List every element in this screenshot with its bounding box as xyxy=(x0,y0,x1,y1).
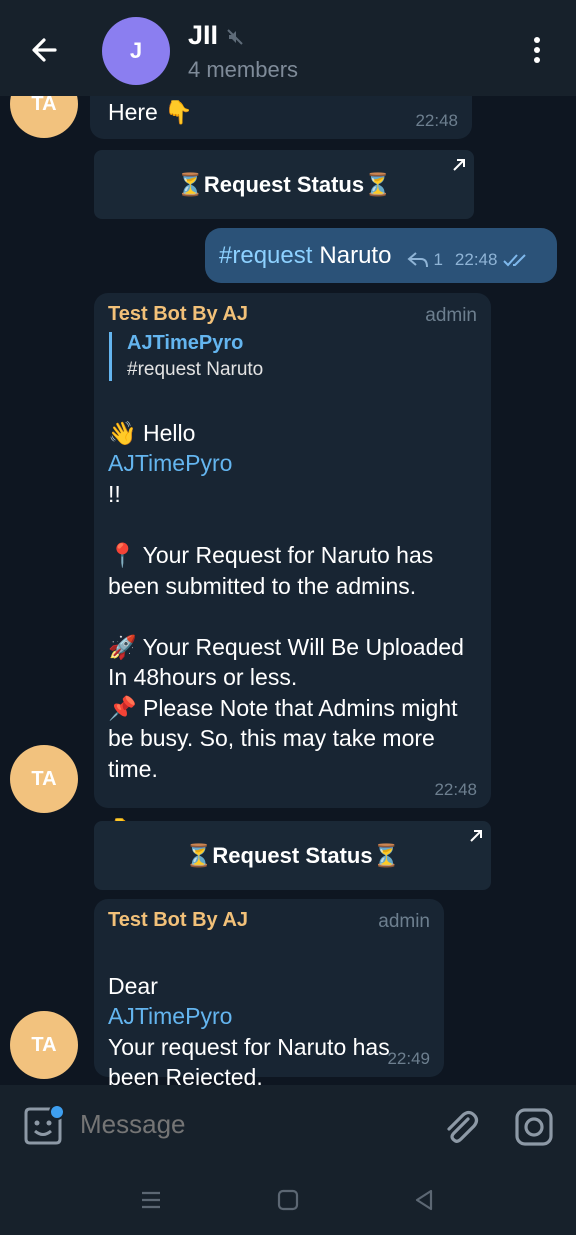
back-button[interactable] xyxy=(24,30,64,70)
notification-dot xyxy=(49,1104,65,1120)
message-input-bar xyxy=(0,1085,576,1165)
arrow-left-icon xyxy=(32,38,57,62)
reply-author: AJTimePyro xyxy=(127,332,244,354)
greeting-prefix: 👋 Hello xyxy=(108,419,196,446)
message-list[interactable]: TA Here 👇 22:48 ⏳Request Status⏳ #reques… xyxy=(0,96,576,1085)
message-time: 22:49 xyxy=(387,1049,430,1068)
message-text: Your request for Naruto has been Rejecte… xyxy=(108,1033,390,1086)
message-bubble[interactable]: Here 👇 22:48 xyxy=(90,96,472,139)
chat-title[interactable]: JII xyxy=(188,20,218,51)
system-nav-bar xyxy=(0,1165,576,1235)
message-time: 22:48 xyxy=(434,780,477,799)
message-text: Here 👇 xyxy=(108,99,193,125)
avatar[interactable]: TA xyxy=(10,745,78,813)
request-status-button[interactable]: ⏳Request Status⏳ xyxy=(94,150,474,219)
reply-icon xyxy=(407,251,429,267)
reply-text: #request Naruto xyxy=(127,359,264,380)
open-link-icon xyxy=(453,159,465,171)
greeting-line: 👋 Hello AJTimePyro !! xyxy=(108,387,477,509)
message-input[interactable] xyxy=(80,1109,410,1140)
home-icon[interactable] xyxy=(277,1189,299,1211)
recent-apps-icon[interactable] xyxy=(140,1189,162,1211)
read-checkmarks-icon xyxy=(503,253,527,266)
greeting-line: Dear AJTimePyro xyxy=(108,940,430,1032)
more-menu-button[interactable] xyxy=(522,32,552,68)
greeting-suffix: !! xyxy=(108,480,121,507)
user-mention[interactable]: AJTimePyro xyxy=(108,1003,232,1029)
button-label: ⏳Request Status⏳ xyxy=(176,171,392,197)
message-text: Naruto xyxy=(319,241,392,269)
back-nav-icon[interactable] xyxy=(413,1189,435,1211)
message-time: 22:48 xyxy=(415,111,458,130)
outgoing-message[interactable]: #request Naruto 1 22:48 xyxy=(205,228,557,283)
admin-badge: admin xyxy=(378,911,430,932)
request-status-button[interactable]: ⏳Request Status⏳ xyxy=(94,821,491,890)
admin-badge: admin xyxy=(425,305,477,326)
group-avatar[interactable]: J xyxy=(102,17,170,85)
members-count: 4 members xyxy=(188,57,299,82)
user-mention[interactable]: AJTimePyro xyxy=(108,450,232,476)
chat-header: J JII 4 members xyxy=(0,0,576,96)
hashtag-link[interactable]: #request xyxy=(219,242,312,270)
bot-message[interactable]: Test Bot By AJ admin Dear AJTimePyro You… xyxy=(94,899,444,1085)
sender-name[interactable]: Test Bot By AJ xyxy=(108,303,477,326)
more-vertical-icon xyxy=(534,37,540,63)
mute-icon xyxy=(227,29,243,45)
button-label: ⏳Request Status⏳ xyxy=(185,842,400,868)
camera-icon[interactable] xyxy=(514,1107,554,1147)
attach-icon[interactable] xyxy=(440,1107,480,1147)
greeting-prefix: Dear xyxy=(108,972,158,999)
avatar[interactable]: TA xyxy=(10,96,78,138)
avatar[interactable]: TA xyxy=(10,1011,78,1079)
bot-message[interactable]: Test Bot By AJ admin AJTimePyro #request… xyxy=(94,293,491,873)
open-link-icon xyxy=(470,830,482,842)
message-time: 22:48 xyxy=(454,249,498,269)
reply-count: 1 xyxy=(433,249,443,269)
reply-preview[interactable]: AJTimePyro #request Naruto xyxy=(109,332,477,381)
